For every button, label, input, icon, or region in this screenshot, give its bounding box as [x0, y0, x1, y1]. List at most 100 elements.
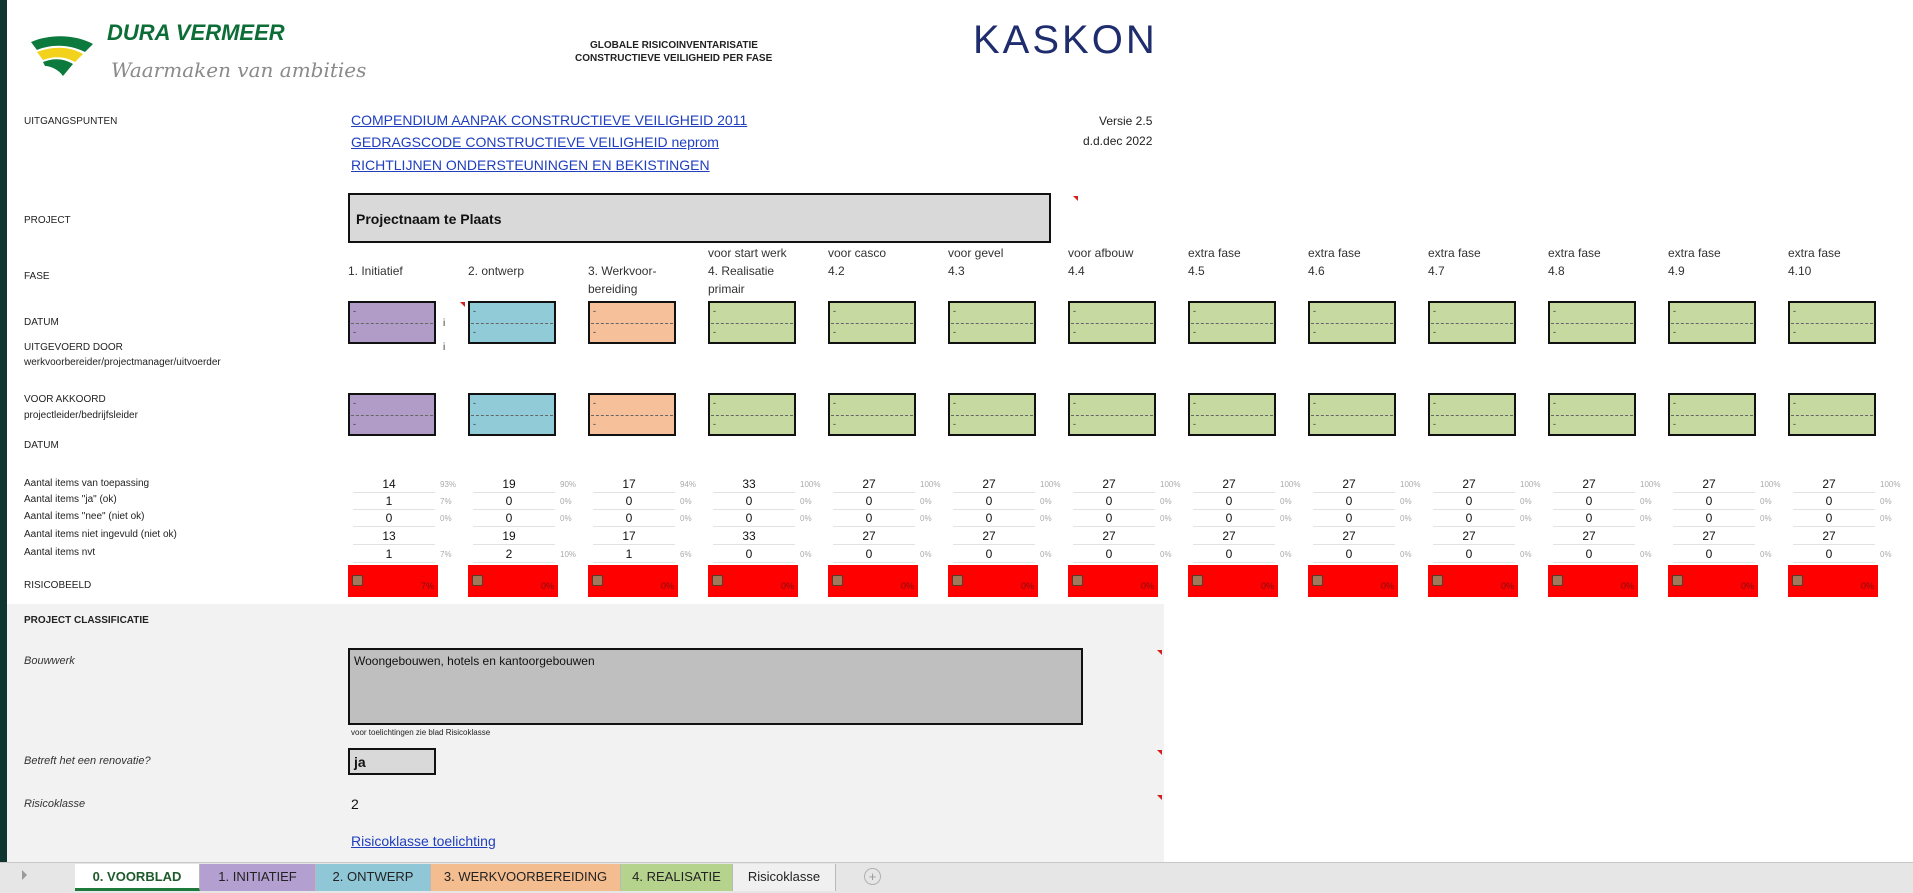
akkoord-box[interactable]: --	[588, 393, 676, 436]
stat-percentage: 0%	[1760, 550, 1772, 559]
uitgevoerd-box[interactable]: --	[708, 301, 796, 344]
risicobeeld-percentage: 0%	[1020, 581, 1034, 591]
uitgevoerd-box[interactable]: --	[1068, 301, 1156, 344]
uitgevoerd-box[interactable]: --	[1428, 301, 1516, 344]
akkoord-box[interactable]: --	[1428, 393, 1516, 436]
stat-value: 27	[862, 477, 876, 491]
akkoord-box[interactable]: --	[1668, 393, 1756, 436]
stat-value: 0	[865, 547, 873, 561]
phase-header-line2: 4. Realisatie	[708, 264, 775, 278]
phase-header-line1: voor gevel	[948, 246, 1004, 260]
box-value-top: -	[1193, 306, 1196, 316]
sheet-tab[interactable]: 1. INITIATIEF	[200, 864, 316, 891]
cell-underline	[353, 544, 435, 545]
sheet-tab[interactable]: 3. WERKVOORBEREIDING	[431, 864, 621, 891]
box-value-bottom: -	[953, 419, 956, 429]
link-compendium[interactable]: COMPENDIUM AANPAK CONSTRUCTIEVE VEILIGHE…	[351, 112, 747, 128]
stat-percentage: 0%	[1880, 550, 1892, 559]
uitgevoerd-box[interactable]: --	[1788, 301, 1876, 344]
cell-underline	[713, 562, 795, 563]
stat-percentage: 100%	[1400, 480, 1421, 489]
uitgevoerd-box[interactable]: --	[828, 301, 916, 344]
cell-underline	[953, 544, 1035, 545]
uitgevoerd-box[interactable]: --	[1548, 301, 1636, 344]
comment-indicator	[1073, 196, 1078, 201]
box-divider	[951, 415, 1033, 416]
uitgevoerd-box[interactable]: --	[1188, 301, 1276, 344]
uitgevoerd-box[interactable]: --	[588, 301, 676, 344]
sheet-tab[interactable]: 2. ONTWERP	[316, 864, 431, 891]
cell-underline	[593, 544, 675, 545]
project-name-input[interactable]: Projectnaam te Plaats	[348, 193, 1051, 243]
risicoklasse-toelichting-link[interactable]: Risicoklasse toelichting	[351, 833, 496, 849]
label-items-nee: Aantal items "nee" (niet ok)	[24, 511, 145, 522]
akkoord-box[interactable]: --	[468, 393, 556, 436]
box-value-top: -	[833, 306, 836, 316]
stat-percentage: 0%	[560, 514, 572, 523]
link-gedragscode[interactable]: GEDRAGSCODE CONSTRUCTIEVE VEILIGHEID nep…	[351, 134, 719, 150]
scroll-tabs-right-icon[interactable]	[22, 870, 27, 880]
uitgevoerd-box[interactable]: --	[1668, 301, 1756, 344]
box-value-top: -	[353, 398, 356, 408]
label-voor-akkoord: VOOR AKKOORD	[24, 394, 106, 405]
box-value-top: -	[1553, 398, 1556, 408]
cell-underline	[1433, 544, 1515, 545]
sheet-tab[interactable]: Risicoklasse	[733, 864, 836, 891]
cell-underline	[953, 526, 1035, 527]
info-icon[interactable]: i	[443, 342, 445, 353]
uitgevoerd-box[interactable]: --	[948, 301, 1036, 344]
phase-header-line2: 4.8	[1548, 264, 1565, 278]
cell-underline	[353, 492, 435, 493]
renovatie-select[interactable]: ja	[348, 748, 436, 775]
info-icon[interactable]: i	[443, 318, 445, 329]
akkoord-box[interactable]: --	[1548, 393, 1636, 436]
uitgevoerd-box[interactable]: --	[348, 301, 436, 344]
akkoord-box[interactable]: --	[708, 393, 796, 436]
bouwwerk-select[interactable]: Woongebouwen, hotels en kantoorgebouwen	[348, 648, 1083, 725]
stat-value: 27	[1822, 529, 1836, 543]
cell-underline	[593, 562, 675, 563]
box-value-top: -	[1433, 398, 1436, 408]
cell-underline	[473, 509, 555, 510]
box-value-top: -	[1313, 398, 1316, 408]
cell-underline	[473, 492, 555, 493]
uitgevoerd-box[interactable]: --	[468, 301, 556, 344]
akkoord-box[interactable]: --	[1788, 393, 1876, 436]
uitgevoerd-box[interactable]: --	[1308, 301, 1396, 344]
phase-header-line2: 4.10	[1788, 264, 1812, 278]
cell-underline	[713, 526, 795, 527]
cell-underline	[353, 526, 435, 527]
stat-percentage: 100%	[920, 480, 941, 489]
stat-value: 0	[985, 511, 993, 525]
stat-percentage: 6%	[680, 550, 692, 559]
cell-underline	[1553, 562, 1635, 563]
akkoord-box[interactable]: --	[1188, 393, 1276, 436]
stat-value: 0	[1705, 494, 1713, 508]
box-divider	[591, 323, 673, 324]
stat-percentage: 100%	[1640, 480, 1661, 489]
box-divider	[351, 415, 433, 416]
stat-percentage: 100%	[1040, 480, 1061, 489]
cell-underline	[1553, 492, 1635, 493]
cell-underline	[833, 492, 915, 493]
cell-underline	[1193, 509, 1275, 510]
stat-percentage: 100%	[1760, 480, 1781, 489]
status-square-icon	[712, 575, 723, 586]
akkoord-box[interactable]: --	[348, 393, 436, 436]
stat-value: 0	[1225, 511, 1233, 525]
box-value-bottom: -	[1793, 419, 1796, 429]
box-value-top: -	[833, 398, 836, 408]
akkoord-box[interactable]: --	[1308, 393, 1396, 436]
akkoord-box[interactable]: --	[828, 393, 916, 436]
box-divider	[471, 415, 553, 416]
phase-header-line2: 4.6	[1308, 264, 1325, 278]
akkoord-box[interactable]: --	[1068, 393, 1156, 436]
label-fase: FASE	[24, 271, 50, 282]
link-richtlijnen[interactable]: RICHTLIJNEN ONDERSTEUNINGEN EN BEKISTING…	[351, 157, 710, 173]
akkoord-box[interactable]: --	[948, 393, 1036, 436]
sheet-tab[interactable]: 4. REALISATIE	[621, 864, 733, 891]
phase-header-line2: 4.3	[948, 264, 965, 278]
sheet-tab[interactable]: 0. VOORBLAD	[75, 864, 200, 891]
add-sheet-icon[interactable]: +	[864, 868, 881, 885]
stat-percentage: 0%	[1040, 497, 1052, 506]
